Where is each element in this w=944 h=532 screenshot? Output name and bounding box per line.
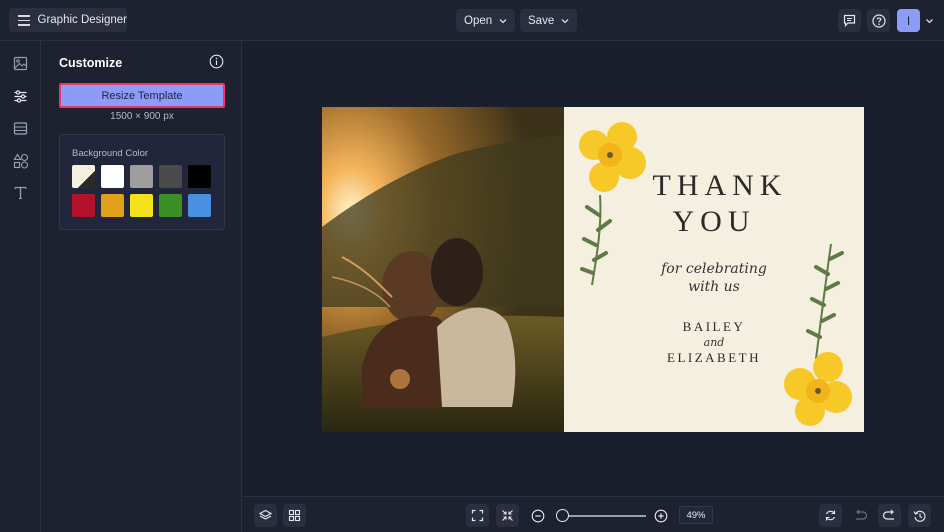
color-swatch[interactable] xyxy=(188,194,211,217)
text-icon xyxy=(14,186,27,200)
resize-template-button[interactable]: Resize Template xyxy=(59,83,225,108)
card-name-2[interactable]: ELIZABETH xyxy=(564,350,864,366)
image-icon xyxy=(13,56,28,71)
customize-panel: Customize Resize Template 1500 × 900 px … xyxy=(41,41,242,532)
avatar[interactable]: I xyxy=(897,9,920,32)
zoom-slider-track[interactable] xyxy=(562,515,646,517)
help-button[interactable] xyxy=(867,9,890,32)
zoom-in-button[interactable] xyxy=(651,506,670,525)
resize-template-label: Resize Template xyxy=(101,89,183,102)
chevron-down-icon xyxy=(561,18,569,23)
card-script-line1[interactable]: for celebrating xyxy=(564,261,864,277)
card-and[interactable]: and xyxy=(564,336,864,349)
grid-button[interactable] xyxy=(283,504,306,527)
card-thank[interactable]: THANK xyxy=(570,169,864,203)
help-icon xyxy=(871,13,886,28)
tool-rail xyxy=(0,41,41,532)
color-swatch[interactable] xyxy=(101,194,124,217)
history-icon xyxy=(913,510,925,522)
zoom-out-button[interactable] xyxy=(528,506,547,525)
history-button[interactable] xyxy=(908,504,931,527)
color-swatch[interactable] xyxy=(101,165,124,188)
layers-icon xyxy=(259,509,272,520)
card-you[interactable]: YOU xyxy=(564,205,864,239)
rail-item-graphics[interactable] xyxy=(12,152,29,169)
color-swatch[interactable] xyxy=(159,194,182,217)
background-color-label: Background Color xyxy=(72,148,149,159)
hamburger-icon xyxy=(18,15,30,26)
save-label: Save xyxy=(528,14,555,27)
bottom-toolbar: 49% xyxy=(242,496,944,532)
canvas-area: THANK YOU for celebrating with us BAILEY… xyxy=(242,41,944,496)
info-icon[interactable] xyxy=(209,54,224,69)
color-swatch[interactable] xyxy=(188,165,211,188)
layers-button[interactable] xyxy=(254,504,277,527)
app-title: Graphic Designer xyxy=(37,14,127,26)
comments-button[interactable] xyxy=(838,9,861,32)
layout-icon xyxy=(13,122,28,135)
grid-icon xyxy=(288,509,301,522)
panel-title: Customize xyxy=(59,56,123,70)
color-swatch[interactable] xyxy=(159,165,182,188)
top-bar: Graphic Designer Open Save I xyxy=(0,0,944,41)
undo-button[interactable] xyxy=(851,506,870,525)
comment-icon xyxy=(843,14,856,27)
rail-item-text[interactable] xyxy=(12,184,29,201)
couple-photo[interactable] xyxy=(322,107,564,432)
card-text-panel: THANK YOU for celebrating with us BAILEY… xyxy=(564,107,864,432)
rail-item-layout[interactable] xyxy=(12,120,29,137)
card-name-1[interactable]: BAILEY xyxy=(564,319,864,335)
avatar-initial: I xyxy=(906,13,911,28)
refresh-button[interactable] xyxy=(819,504,842,527)
shapes-icon xyxy=(13,152,28,169)
rail-item-customize[interactable] xyxy=(12,88,29,105)
sliders-icon xyxy=(14,90,27,103)
design-canvas[interactable]: THANK YOU for celebrating with us BAILEY… xyxy=(322,107,864,432)
zoom-out-icon xyxy=(531,509,544,522)
refresh-icon xyxy=(825,510,836,521)
background-color-card: Background Color xyxy=(59,134,225,230)
expand-icon xyxy=(471,509,484,522)
redo-icon xyxy=(882,509,894,520)
shrink-icon xyxy=(502,510,513,521)
color-swatch[interactable] xyxy=(130,194,153,217)
zoom-value[interactable]: 49% xyxy=(679,506,713,524)
canvas-dimensions: 1500 × 900 px xyxy=(110,111,174,122)
save-button[interactable]: Save xyxy=(520,9,578,32)
chevron-down-icon xyxy=(499,18,507,23)
color-swatch[interactable] xyxy=(72,194,95,217)
color-swatch[interactable] xyxy=(130,165,153,188)
zoom-in-icon xyxy=(654,509,667,522)
rail-item-image[interactable] xyxy=(12,55,29,72)
zoom-slider-thumb[interactable] xyxy=(556,509,569,522)
redo-button[interactable] xyxy=(878,504,901,527)
open-label: Open xyxy=(464,14,493,27)
open-button[interactable]: Open xyxy=(456,9,516,32)
color-swatch[interactable] xyxy=(72,165,95,188)
shrink-button[interactable] xyxy=(496,504,519,527)
app-menu-button[interactable]: Graphic Designer xyxy=(9,8,127,32)
undo-icon xyxy=(856,509,868,520)
fit-screen-button[interactable] xyxy=(466,504,489,527)
card-script-line2[interactable]: with us xyxy=(564,279,864,295)
chevron-down-icon[interactable] xyxy=(925,17,934,25)
